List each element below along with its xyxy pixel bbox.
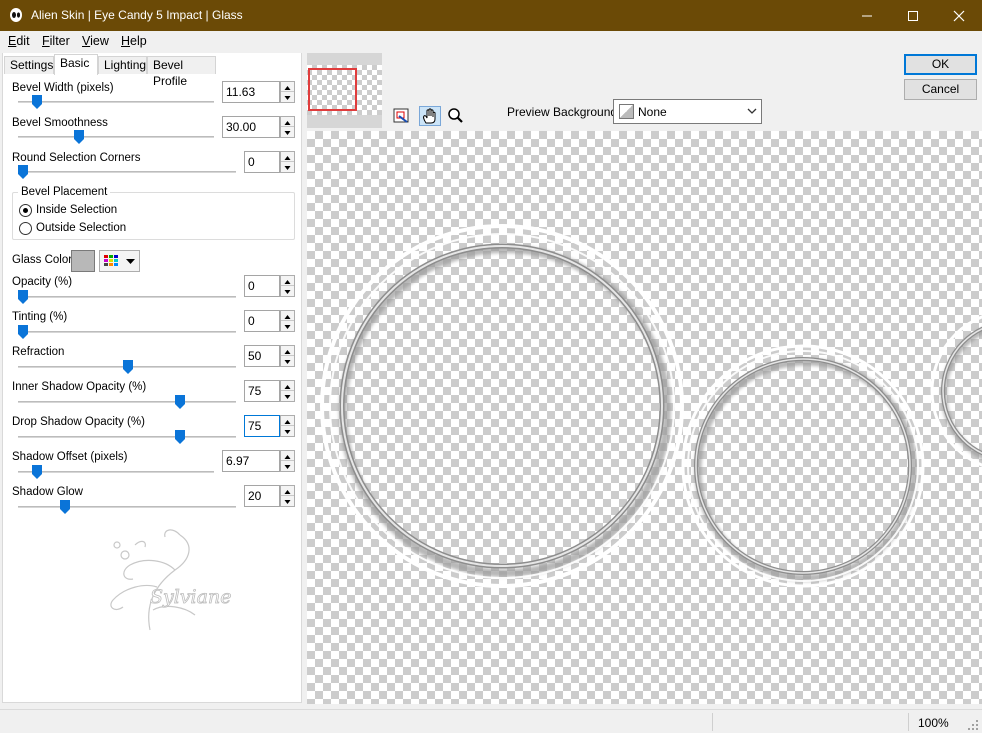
inner-shadow-opacity-track[interactable] — [18, 401, 236, 403]
svg-text:Sylviane: Sylviane — [150, 586, 231, 608]
alien-skin-app-icon — [10, 8, 22, 22]
status-bar: 100% — [0, 709, 982, 733]
bevel-smoothness-slider-thumb[interactable] — [74, 130, 84, 144]
ok-button[interactable]: OK — [904, 54, 977, 75]
bevel-width-slider-thumb[interactable] — [32, 95, 42, 109]
status-separator — [908, 713, 909, 731]
bevel-width-spinner[interactable] — [280, 81, 295, 103]
shadow-offset-field[interactable]: 6.97 — [222, 450, 280, 472]
bevel-smoothness-track[interactable] — [18, 136, 214, 138]
shadow-offset-label: Shadow Offset (pixels) — [12, 451, 128, 463]
shadow-offset-track[interactable] — [18, 471, 214, 473]
drop-shadow-opacity-spinner[interactable] — [280, 415, 295, 437]
drop-shadow-opacity-track[interactable] — [18, 436, 236, 438]
preview-background-label: Preview Background: — [507, 105, 621, 119]
round-corners-field[interactable]: 0 — [244, 151, 280, 173]
refraction-label: Refraction — [12, 346, 65, 358]
menu-edit[interactable]: Edit — [8, 34, 30, 48]
opacity-slider-thumb[interactable] — [18, 290, 28, 304]
window-title: Alien Skin | Eye Candy 5 Impact | Glass — [31, 8, 243, 22]
inner-shadow-opacity-label: Inner Shadow Opacity (%) — [12, 381, 147, 393]
bevel-smoothness-field[interactable]: 30.00 — [222, 116, 280, 138]
inner-shadow-opacity-spinner[interactable] — [280, 380, 295, 402]
opacity-track[interactable] — [18, 296, 236, 298]
minimize-icon — [862, 15, 872, 17]
tinting-spinner[interactable] — [280, 310, 295, 332]
inner-shadow-opacity-slider-thumb[interactable] — [175, 395, 185, 409]
title-bar: Alien Skin | Eye Candy 5 Impact | Glass — [0, 0, 982, 31]
shadow-glow-label: Shadow Glow — [12, 486, 83, 498]
shadow-offset-spinner[interactable] — [280, 450, 295, 472]
shadow-glow-track[interactable] — [18, 506, 236, 508]
preview-canvas[interactable] — [307, 131, 982, 704]
outside-selection-label[interactable]: Outside Selection — [36, 222, 126, 234]
hand-icon — [423, 108, 436, 124]
drop-shadow-opacity-field[interactable]: 75 — [244, 415, 280, 437]
opacity-spinner[interactable] — [280, 275, 295, 297]
chevron-down-icon — [126, 259, 135, 264]
refraction-slider-thumb[interactable] — [123, 360, 133, 374]
inner-shadow-opacity-field[interactable]: 75 — [244, 380, 280, 402]
bevel-width-field[interactable]: 11.63 — [222, 81, 280, 103]
close-button[interactable] — [936, 0, 982, 31]
opacity-field[interactable]: 0 — [244, 275, 280, 297]
shadow-offset-slider-thumb[interactable] — [32, 465, 42, 479]
background-swatch-icon — [619, 104, 634, 119]
tinting-track[interactable] — [18, 331, 236, 333]
zoom-level: 100% — [918, 716, 949, 730]
bevel-placement-label: Bevel Placement — [18, 186, 111, 198]
inside-selection-label[interactable]: Inside Selection — [36, 204, 117, 216]
tinting-slider-thumb[interactable] — [18, 325, 28, 339]
close-icon — [953, 10, 965, 22]
cancel-button[interactable]: Cancel — [904, 79, 977, 100]
tinting-label: Tinting (%) — [12, 311, 68, 323]
navigator-view-frame[interactable] — [308, 68, 357, 111]
round-corners-spinner[interactable] — [280, 151, 295, 173]
maximize-button[interactable] — [890, 0, 936, 31]
tinting-field[interactable]: 0 — [244, 310, 280, 332]
menu-view[interactable]: View — [82, 34, 109, 48]
bevel-smoothness-label: Bevel Smoothness — [12, 117, 108, 129]
maximize-icon — [908, 11, 918, 21]
outside-selection-radio[interactable] — [19, 222, 32, 235]
hand-tool[interactable] — [419, 106, 441, 126]
navigate-tool[interactable] — [390, 106, 412, 126]
tab-settings[interactable]: Settings — [4, 56, 54, 74]
zoom-icon — [448, 108, 463, 123]
menu-help[interactable]: Help — [121, 34, 147, 48]
glass-color-label: Glass Color — [12, 254, 73, 266]
refraction-field[interactable]: 50 — [244, 345, 280, 367]
round-corners-track[interactable] — [18, 171, 236, 173]
inside-selection-radio[interactable] — [19, 204, 32, 217]
tab-lighting[interactable]: Lighting — [98, 56, 147, 74]
status-separator — [712, 713, 713, 731]
drop-shadow-opacity-slider-thumb[interactable] — [175, 430, 185, 444]
shadow-glow-spinner[interactable] — [280, 485, 295, 507]
chevron-down-icon — [747, 108, 757, 114]
round-corners-slider-thumb[interactable] — [18, 165, 28, 179]
menu-bar: Edit Filter View Help — [0, 31, 982, 51]
navigate-icon — [393, 108, 409, 123]
preview-background-select[interactable]: None — [613, 99, 762, 124]
shadow-glow-slider-thumb[interactable] — [60, 500, 70, 514]
tab-bevel-profile[interactable]: Bevel Profile — [147, 56, 216, 88]
resize-grip-icon[interactable] — [967, 719, 979, 731]
drop-shadow-opacity-label: Drop Shadow Opacity (%) — [12, 416, 145, 428]
bevel-width-track[interactable] — [18, 101, 214, 103]
zoom-tool[interactable] — [445, 106, 467, 126]
color-grid-icon — [104, 255, 118, 266]
color-picker-dropdown[interactable] — [99, 250, 140, 272]
menu-filter[interactable]: Filter — [42, 34, 70, 48]
bevel-width-label: Bevel Width (pixels) — [12, 82, 114, 94]
round-corners-label: Round Selection Corners — [12, 152, 141, 164]
opacity-label: Opacity (%) — [12, 276, 73, 288]
glass-color-swatch[interactable] — [71, 250, 95, 272]
refraction-spinner[interactable] — [280, 345, 295, 367]
minimize-button[interactable] — [844, 0, 890, 31]
tab-basic[interactable]: Basic — [54, 54, 98, 75]
sylviane-watermark: Sylviane — [110, 529, 232, 631]
shadow-glow-field[interactable]: 20 — [244, 485, 280, 507]
bevel-smoothness-spinner[interactable] — [280, 116, 295, 138]
glass-rings-preview — [320, 224, 982, 588]
